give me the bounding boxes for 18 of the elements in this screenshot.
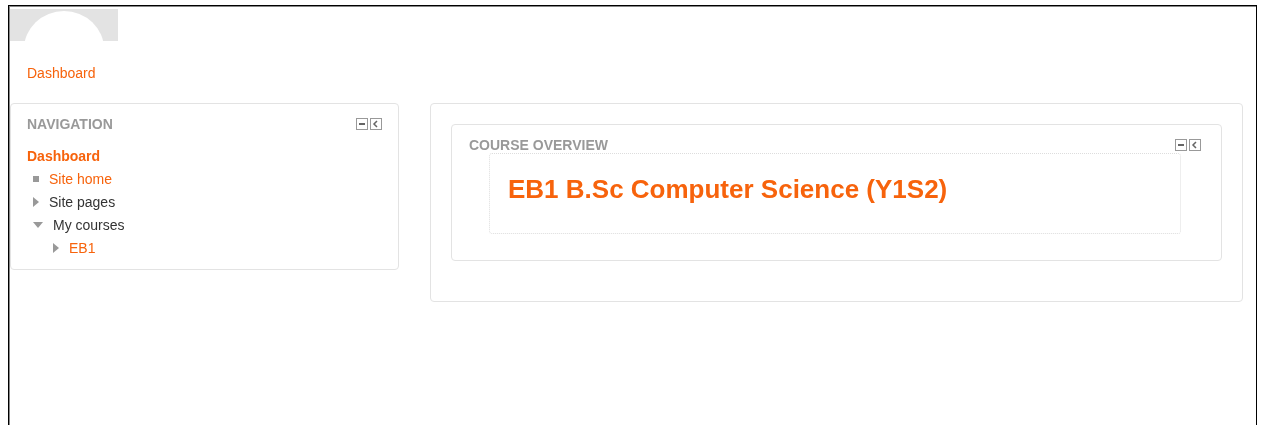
collapsed-caret-icon[interactable] bbox=[33, 196, 39, 207]
panel-title: NAVIGATION bbox=[27, 116, 113, 132]
collapse-icon[interactable] bbox=[1175, 139, 1187, 151]
collapsed-caret-icon[interactable] bbox=[53, 242, 59, 253]
avatar-icon bbox=[10, 9, 118, 41]
expanded-caret-icon[interactable] bbox=[33, 221, 43, 228]
navigation-item[interactable]: Site home bbox=[49, 170, 113, 187]
collapse-icon[interactable] bbox=[356, 118, 368, 130]
panel-title: COURSE OVERVIEW bbox=[469, 137, 608, 153]
navigation-item[interactable]: Dashboard bbox=[27, 147, 101, 164]
bullet-icon bbox=[33, 175, 39, 182]
navigation-item[interactable]: My courses bbox=[53, 216, 125, 233]
navigation-item[interactable]: EB1 bbox=[69, 239, 96, 256]
dock-icon[interactable] bbox=[1189, 139, 1201, 151]
navigation-item[interactable]: Site pages bbox=[49, 193, 116, 210]
dock-icon[interactable] bbox=[370, 118, 382, 130]
breadcrumb-link[interactable]: Dashboard bbox=[27, 65, 96, 81]
course-link[interactable]: EB1 B.Sc Computer Science (Y1S2) bbox=[508, 174, 948, 204]
